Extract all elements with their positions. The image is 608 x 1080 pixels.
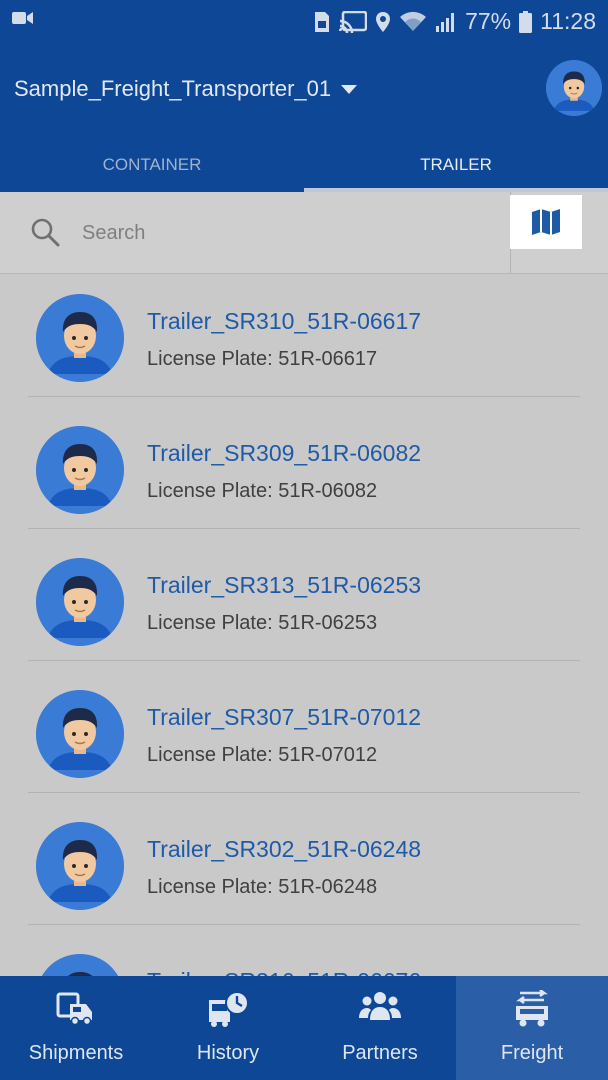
nav-history[interactable]: History	[152, 976, 304, 1080]
sim-icon	[313, 11, 331, 33]
wifi-icon	[399, 11, 427, 33]
list-item[interactable]: Trailer_SR313_51R-06253 License Plate: 5…	[0, 538, 608, 670]
avatar	[36, 294, 124, 382]
nav-label: Shipments	[28, 1042, 124, 1064]
trailer-name[interactable]: Trailer_SR310_51R-06617	[147, 308, 421, 335]
divider	[28, 528, 580, 529]
nav-freight[interactable]: Freight	[456, 976, 608, 1080]
search-icon[interactable]	[30, 217, 60, 252]
avatar	[36, 690, 124, 778]
divider	[28, 792, 580, 793]
profile-avatar[interactable]	[546, 60, 602, 116]
nav-partners[interactable]: Partners	[304, 976, 456, 1080]
battery-icon	[519, 10, 533, 33]
dropdown-caret-icon	[341, 84, 358, 94]
person-avatar-icon	[36, 822, 124, 910]
avatar	[36, 426, 124, 514]
bottom-nav: Shipments History Partners Freight	[0, 976, 608, 1080]
account-name: Sample_Freight_Transporter_01	[14, 76, 332, 101]
license-plate: License Plate: 51R-06248	[147, 876, 378, 898]
license-plate: License Plate: 51R-06082	[147, 480, 378, 502]
search-bar	[0, 192, 608, 274]
map-icon	[532, 209, 560, 235]
history-icon	[152, 990, 304, 1030]
shipments-icon	[0, 990, 152, 1030]
tab-container[interactable]: CONTAINER	[0, 140, 304, 192]
trailer-name[interactable]: Trailer_SR309_51R-06082	[147, 440, 421, 467]
trailer-name[interactable]: Trailer_SR313_51R-06253	[147, 572, 421, 599]
trailer-name[interactable]: Trailer_SR302_51R-06248	[147, 836, 421, 863]
nav-label: Freight	[500, 1042, 564, 1064]
partners-icon	[304, 990, 456, 1030]
license-plate: License Plate: 51R-06617	[147, 348, 378, 370]
trailer-list: Trailer_SR310_51R-06617 License Plate: 5…	[0, 274, 608, 976]
app-bar: Sample_Freight_Transporter_01 CONTAINER …	[0, 44, 608, 192]
status-bar: 77% 11:28	[0, 0, 608, 44]
map-view-button[interactable]	[510, 195, 582, 249]
account-selector[interactable]: Sample_Freight_Transporter_01	[14, 76, 358, 102]
battery-percent: 77%	[465, 8, 512, 34]
divider	[28, 660, 580, 661]
trailer-name[interactable]: Trailer_SR307_51R-07012	[147, 704, 421, 731]
person-avatar-icon	[36, 294, 124, 382]
list-item[interactable]: Trailer_SR310_51R-06617 License Plate: 5…	[0, 274, 608, 406]
person-avatar-icon	[546, 60, 602, 116]
avatar	[36, 558, 124, 646]
avatar	[36, 822, 124, 910]
signal-icon	[435, 11, 457, 33]
list-item[interactable]: Trailer_SR302_51R-06248 License Plate: 5…	[0, 802, 608, 934]
nav-label: Partners	[342, 1042, 418, 1064]
nav-shipments[interactable]: Shipments	[0, 976, 152, 1080]
video-icon	[12, 12, 34, 30]
list-item[interactable]: Trailer_SR316_51R-06676	[0, 934, 608, 976]
list-item[interactable]: Trailer_SR307_51R-07012 License Plate: 5…	[0, 670, 608, 802]
list-item[interactable]: Trailer_SR309_51R-06082 License Plate: 5…	[0, 406, 608, 538]
trailer-name[interactable]: Trailer_SR316_51R-06676	[147, 968, 421, 976]
clock: 11:28	[540, 8, 596, 34]
freight-icon	[456, 990, 608, 1030]
person-avatar-icon	[36, 426, 124, 514]
license-plate: License Plate: 51R-06253	[147, 612, 378, 634]
license-plate: License Plate: 51R-07012	[147, 744, 378, 766]
divider	[28, 396, 580, 397]
divider	[28, 924, 580, 925]
search-input[interactable]	[82, 216, 482, 250]
location-icon	[375, 11, 391, 33]
cast-icon	[339, 10, 368, 33]
tab-trailer[interactable]: TRAILER	[304, 140, 608, 192]
person-avatar-icon	[36, 558, 124, 646]
tab-bar: CONTAINER TRAILER	[0, 140, 608, 192]
person-avatar-icon	[41, 954, 119, 976]
avatar	[36, 954, 124, 976]
nav-label: History	[196, 1042, 260, 1064]
person-avatar-icon	[36, 690, 124, 778]
